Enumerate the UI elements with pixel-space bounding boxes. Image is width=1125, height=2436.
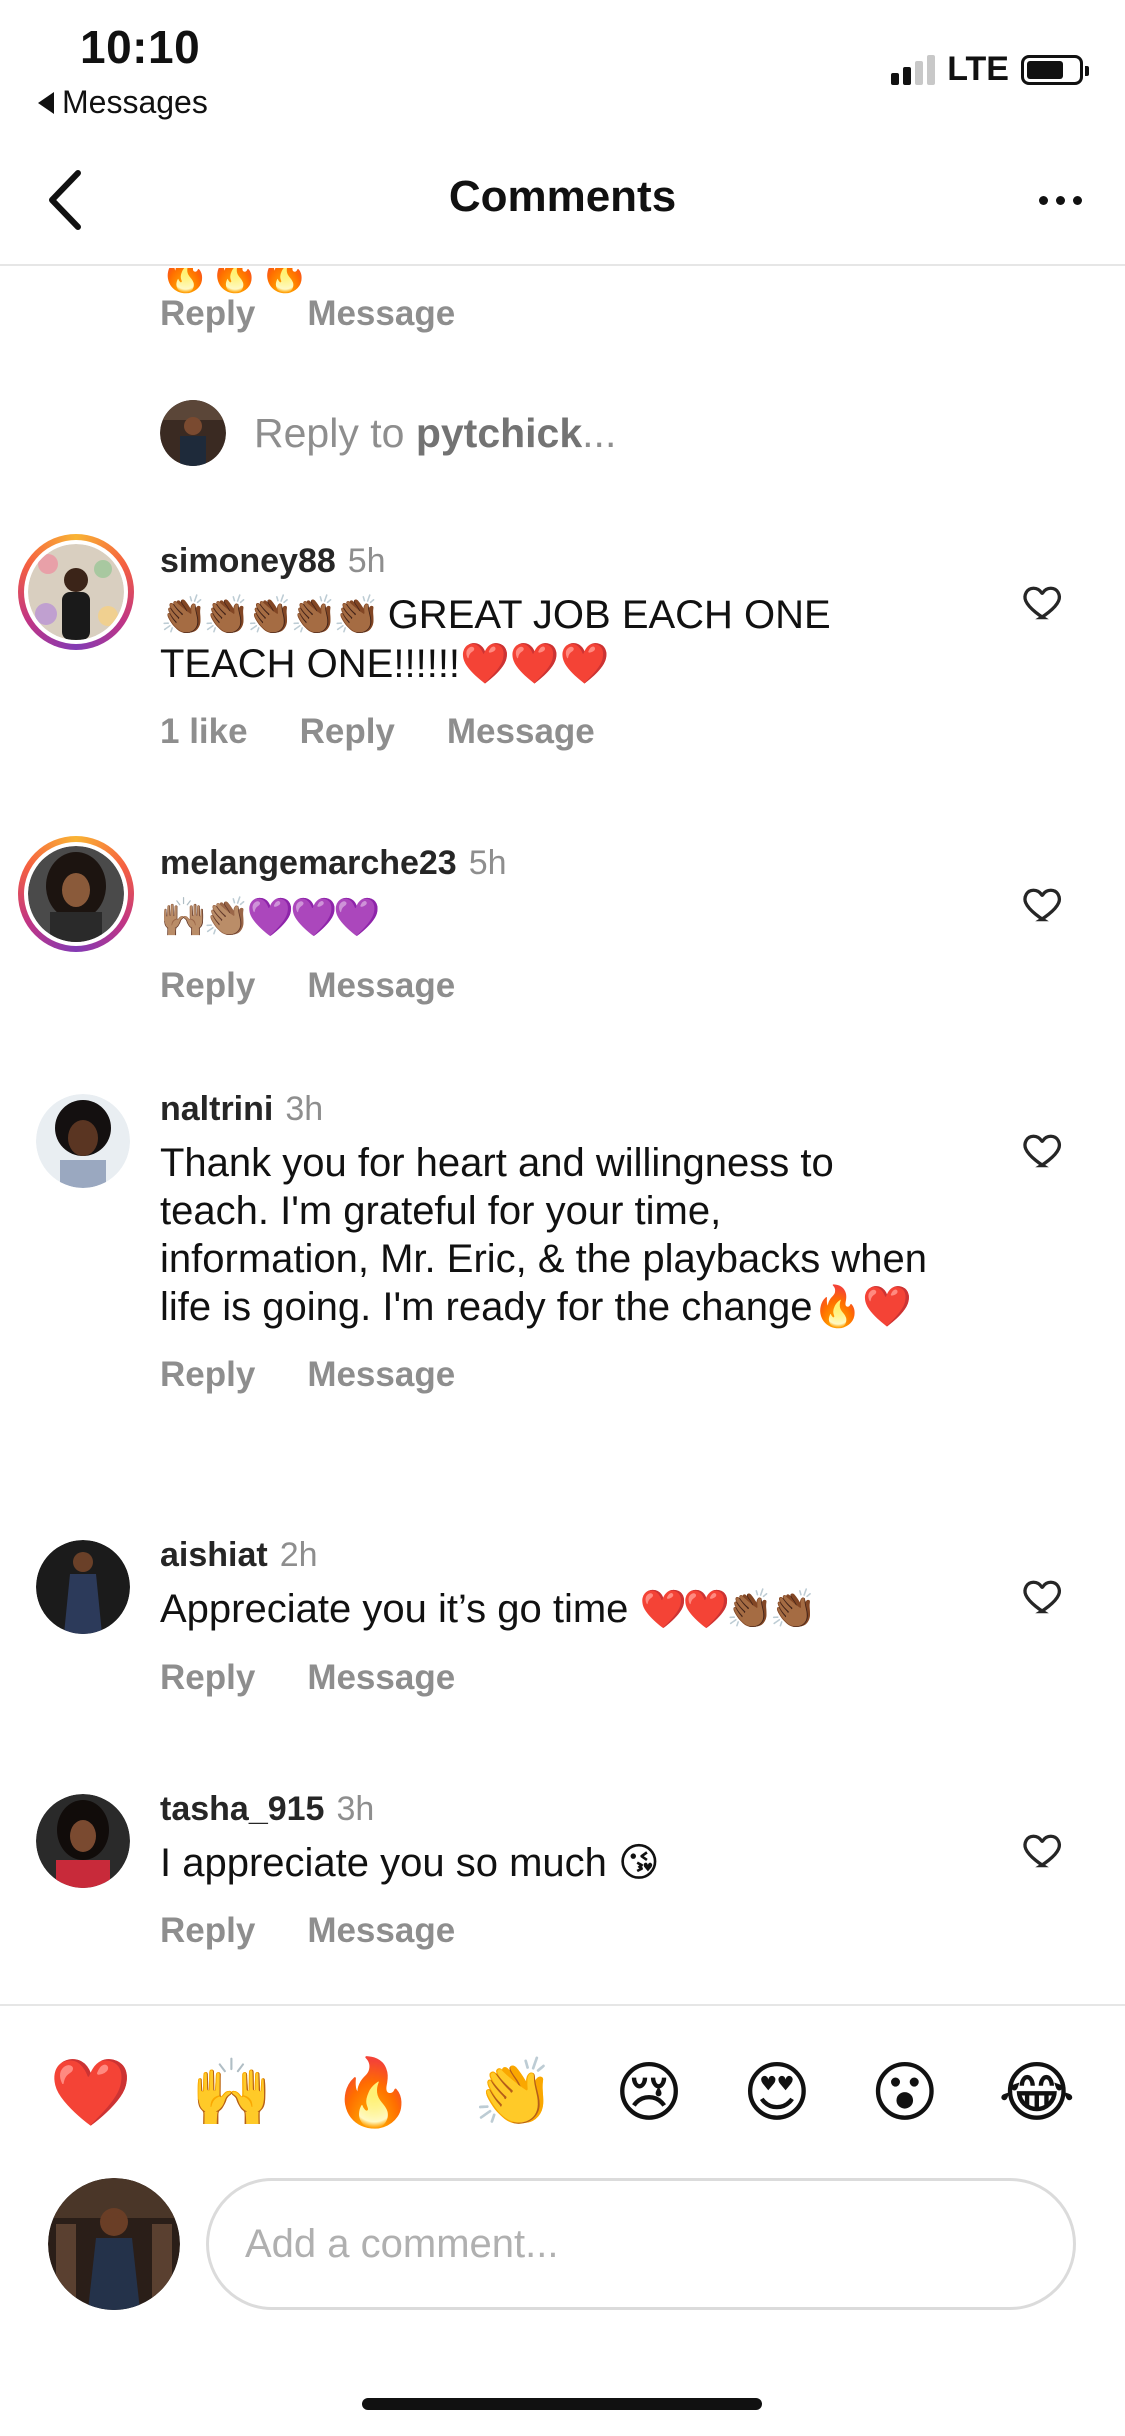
comment-time: 3h: [336, 1790, 375, 1828]
avatar[interactable]: [36, 1094, 130, 1188]
reply-button[interactable]: Reply: [160, 294, 255, 334]
heart-like-icon[interactable]: [1021, 1574, 1065, 1618]
reaction-heart-emoji[interactable]: ❤️: [50, 2059, 132, 2125]
reply-button[interactable]: Reply: [300, 712, 395, 752]
reaction-surprised-emoji[interactable]: 😮: [870, 2059, 939, 2125]
cellular-signal-icon: [891, 54, 936, 85]
reaction-raised-hands-emoji[interactable]: 🙌: [191, 2059, 273, 2125]
heart-like-icon[interactable]: [1021, 882, 1065, 926]
message-button[interactable]: Message: [307, 1355, 455, 1395]
back-triangle-icon: [38, 91, 54, 114]
heart-like-icon[interactable]: [1021, 1128, 1065, 1172]
comment-text: Thank you for heart and willingness to t…: [160, 1141, 927, 1329]
avatar: [28, 544, 124, 640]
comment-username[interactable]: aishiat: [160, 1536, 268, 1575]
more-options-button[interactable]: [1025, 170, 1095, 230]
message-button[interactable]: Message: [307, 1658, 455, 1698]
comment-time: 3h: [285, 1090, 324, 1128]
back-app-label: Messages: [62, 84, 208, 120]
comment-username[interactable]: melangemarche23: [160, 844, 457, 883]
avatar[interactable]: [36, 1794, 130, 1888]
message-button[interactable]: Message: [307, 294, 455, 334]
avatar[interactable]: [48, 2178, 180, 2310]
reply-button[interactable]: Reply: [160, 1658, 255, 1698]
message-button[interactable]: Message: [307, 966, 455, 1006]
status-indicators: LTE: [891, 50, 1089, 89]
comments-list[interactable]: 🔥🔥🔥 Reply Message Reply to pytchick... s…: [0, 268, 1125, 2003]
reaction-clap-emoji[interactable]: 👏: [473, 2059, 555, 2125]
heart-like-icon[interactable]: [1021, 580, 1065, 624]
add-comment-input[interactable]: [206, 2178, 1076, 2310]
comment-username[interactable]: simoney88: [160, 542, 336, 581]
reply-to-label: Reply to pytchick...: [254, 409, 617, 456]
avatar[interactable]: [36, 1540, 130, 1634]
avatar-story-ring[interactable]: [18, 534, 134, 650]
comment-username[interactable]: tasha_915: [160, 1790, 324, 1829]
emoji-reaction-bar: ❤️ 🙌 🔥 👏 😢 😍 😮 😂: [0, 2004, 1125, 2178]
message-button[interactable]: Message: [447, 712, 595, 752]
comments-screen: 10:10 Messages LTE Comments 🔥🔥🔥 Reply Me…: [0, 0, 1125, 2436]
page-title: Comments: [448, 172, 677, 221]
home-indicator[interactable]: [362, 2398, 762, 2410]
avatar: [160, 400, 226, 466]
nav-bar: Comments: [0, 150, 1125, 266]
comment-text: Appreciate you it’s go time ❤️❤️👏🏾👏🏾: [160, 1587, 817, 1631]
reply-button[interactable]: Reply: [160, 1911, 255, 1951]
reaction-crying-emoji[interactable]: 😢: [615, 2059, 684, 2125]
reaction-fire-emoji[interactable]: 🔥: [332, 2059, 414, 2125]
comment-composer: [0, 2178, 1125, 2328]
comment-text: 👏🏾👏🏾👏🏾👏🏾👏🏾 GREAT JOB EACH ONE TEACH ONE!…: [160, 593, 831, 686]
comment-time: 5h: [347, 542, 386, 580]
avatar-story-ring[interactable]: [18, 836, 134, 952]
comment-text: I appreciate you so much 😘: [160, 1841, 660, 1885]
partial-comment-emoji: 🔥🔥🔥: [160, 268, 310, 294]
likes-count[interactable]: 1 like: [160, 712, 248, 752]
comment-username[interactable]: naltrini: [160, 1090, 273, 1129]
more-dots-icon: [1038, 195, 1048, 205]
battery-icon: [1021, 54, 1089, 85]
back-to-app-link[interactable]: Messages: [38, 84, 208, 121]
comment-time: 5h: [468, 844, 507, 882]
status-time: 10:10: [80, 21, 201, 73]
reaction-laughing-emoji[interactable]: 😂: [998, 2059, 1075, 2125]
heart-like-icon[interactable]: [1021, 1828, 1065, 1872]
reply-button[interactable]: Reply: [160, 966, 255, 1006]
avatar: [28, 846, 124, 942]
reply-to-row[interactable]: Reply to pytchick...: [160, 400, 616, 466]
network-type: LTE: [947, 50, 1009, 88]
message-button[interactable]: Message: [307, 1911, 455, 1951]
comment-text: 🙌🏽👏🏽💜💜💜: [160, 897, 381, 939]
reaction-heart-eyes-emoji[interactable]: 😍: [742, 2059, 811, 2125]
partial-comment-actions: Reply Message: [160, 294, 455, 334]
comment-time: 2h: [279, 1536, 318, 1574]
reply-button[interactable]: Reply: [160, 1355, 255, 1395]
